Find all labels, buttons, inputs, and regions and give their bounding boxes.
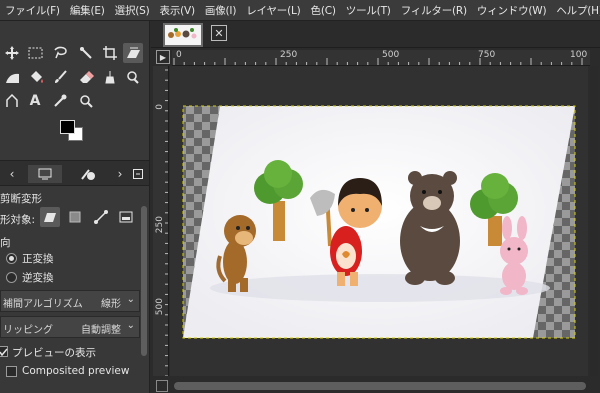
menu-item[interactable]: 色(C) [306,3,341,18]
direction-backward-radio[interactable] [6,272,17,283]
chevron-down-icon: ⌄ [126,294,135,305]
transform-path-icon[interactable] [91,207,111,227]
smudge-tool-icon[interactable] [123,67,143,87]
direction-forward-label: 正変換 [22,253,54,265]
close-image-icon[interactable]: ✕ [211,25,227,41]
transform-selection-icon[interactable] [65,207,85,227]
paths-tool-icon[interactable] [2,91,22,111]
menu-bar: ファイル(F) 編集(E) 選択(S) 表示(V) 画像(I) レイヤー(L) 色(C) ツー… [0,0,600,21]
fuzzy-select-tool-icon[interactable] [76,43,96,63]
dock-tab-row: ‹ › [0,160,149,186]
paintbrush-tool-icon[interactable] [50,67,70,87]
vertical-scrollbar[interactable] [590,66,598,376]
interpolation-combo[interactable]: 補間アルゴリズム 線形 ⌄ [0,290,140,312]
menu-item[interactable]: フィルター(R) [396,3,472,18]
clipping-label: リッピング [3,325,53,336]
menu-item[interactable]: 編集(E) [65,3,110,18]
menu-item[interactable]: ツール(T) [341,3,396,18]
menu-item[interactable]: 画像(I) [200,3,241,18]
menu-item[interactable]: ファイル(F) [0,3,65,18]
show-preview-checkbox[interactable] [0,346,8,357]
direction-label: 向 [0,237,11,249]
horizontal-scrollbar[interactable] [174,382,586,390]
direction-forward-radio[interactable] [6,253,17,264]
toolbox-row [0,43,149,65]
navigate-menu-icon[interactable]: ▶ [156,50,170,64]
composited-preview-label: Composited preview [22,365,130,377]
tab-device-status[interactable] [28,165,62,183]
menu-item[interactable]: ヘルプ(H) [551,3,600,18]
toolbox-row: A [0,91,149,113]
left-panel-scrollbar[interactable] [141,206,147,356]
chevron-down-icon: ⌄ [126,320,135,331]
interpolation-value: 線形 [101,299,121,310]
direction-backward-label: 逆変換 [22,272,54,284]
tab-menu-icon[interactable] [128,165,148,183]
horizontal-ruler: 0 250 500 750 100 [172,50,590,66]
text-tool-icon[interactable]: A [25,91,45,111]
shear-tool-icon[interactable] [123,43,143,63]
transform-layer-icon[interactable] [40,207,60,227]
chevron-left-icon[interactable]: ‹ [2,165,22,183]
menu-item[interactable]: レイヤー(L) [241,3,305,18]
transform-target-label: 形対象: [0,214,36,226]
menu-item[interactable]: ウィンドウ(W) [472,3,551,18]
clipping-value: 自動調整 [81,325,121,336]
image-thumbnail-tab[interactable] [163,23,203,47]
composited-preview-checkbox[interactable] [6,366,17,377]
warp-tool-icon[interactable] [2,67,22,87]
color-picker-tool-icon[interactable] [50,91,70,111]
vertical-ruler: 0 250 500 [153,66,169,376]
free-select-tool-icon[interactable] [50,43,70,63]
foreground-color[interactable] [60,120,75,134]
transform-image-icon[interactable] [116,207,136,227]
menu-item[interactable]: 表示(V) [155,3,200,18]
image-canvas [182,105,576,339]
left-panel: A ‹ › 剪断変形 形対象: 向 正変換 逆変換 補間アルゴリズム 線形 ⌄ … [0,21,150,393]
crop-tool-icon[interactable] [100,43,120,63]
zoom-corner-icon[interactable] [156,380,168,392]
rect-select-tool-icon[interactable] [25,43,45,63]
eraser-tool-icon[interactable] [76,67,96,87]
canvas-area[interactable] [170,66,588,376]
bucket-fill-tool-icon[interactable] [26,67,46,87]
image-tabs: ✕ [151,21,600,48]
move-tool-icon[interactable] [2,43,22,63]
toolbox-row [0,67,149,89]
clipping-combo[interactable]: リッピング 自動調整 ⌄ [0,316,140,338]
color-swatches[interactable] [60,120,90,146]
chevron-right-icon[interactable]: › [110,165,130,183]
clone-tool-icon[interactable] [100,67,120,87]
tool-options-title: 剪断変形 [0,193,42,205]
show-preview-label: プレビューの表示 [12,347,96,359]
zoom-tool-icon[interactable] [76,91,96,111]
menu-item[interactable]: 選択(S) [110,3,155,18]
tab-tool-options[interactable] [78,165,98,183]
interpolation-label: 補間アルゴリズム [3,299,83,310]
